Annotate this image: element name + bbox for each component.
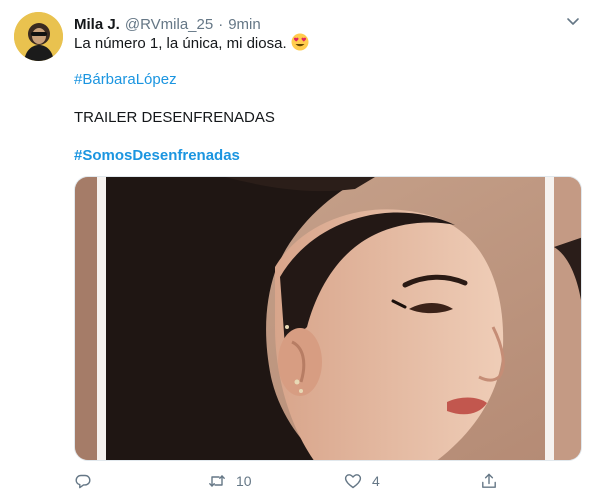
tweet-text: La número 1, la única, mi diosa. [74,35,287,52]
heart-eyes-emoji-icon [291,33,309,51]
avatar[interactable] [14,12,63,61]
timestamp[interactable]: 9min [228,16,261,33]
retweet-count: 10 [236,473,252,489]
like-count: 4 [372,473,380,489]
tweet-header: Mila J. @RVmila_25 · 9min [74,13,578,35]
display-name[interactable]: Mila J. [74,16,120,33]
heart-icon [344,474,362,489]
share-icon [482,473,496,488]
hashtag-link[interactable]: #BárbaraLópez [74,70,177,90]
share-button[interactable] [480,468,498,494]
hashtag-link[interactable]: #SomosDesenfrenadas [74,146,240,166]
separator-dot: · [218,15,224,33]
like-button[interactable]: 4 [344,468,380,494]
user-handle[interactable]: @RVmila_25 [125,16,213,33]
tweet-card[interactable]: Mila J. @RVmila_25 · 9min La número 1, l… [0,0,598,501]
reply-icon [75,474,91,489]
tweet-actions: 10 4 [74,468,496,494]
tweet-text-line-1: La número 1, la única, mi diosa. [74,33,309,54]
tweet-media-image[interactable] [74,176,582,461]
reply-button[interactable] [74,468,102,494]
retweet-button[interactable]: 10 [208,468,252,494]
tweet-text-line-2: TRAILER DESENFRENADAS [74,109,275,126]
retweet-icon [209,475,225,487]
chevron-down-icon[interactable] [564,12,582,30]
